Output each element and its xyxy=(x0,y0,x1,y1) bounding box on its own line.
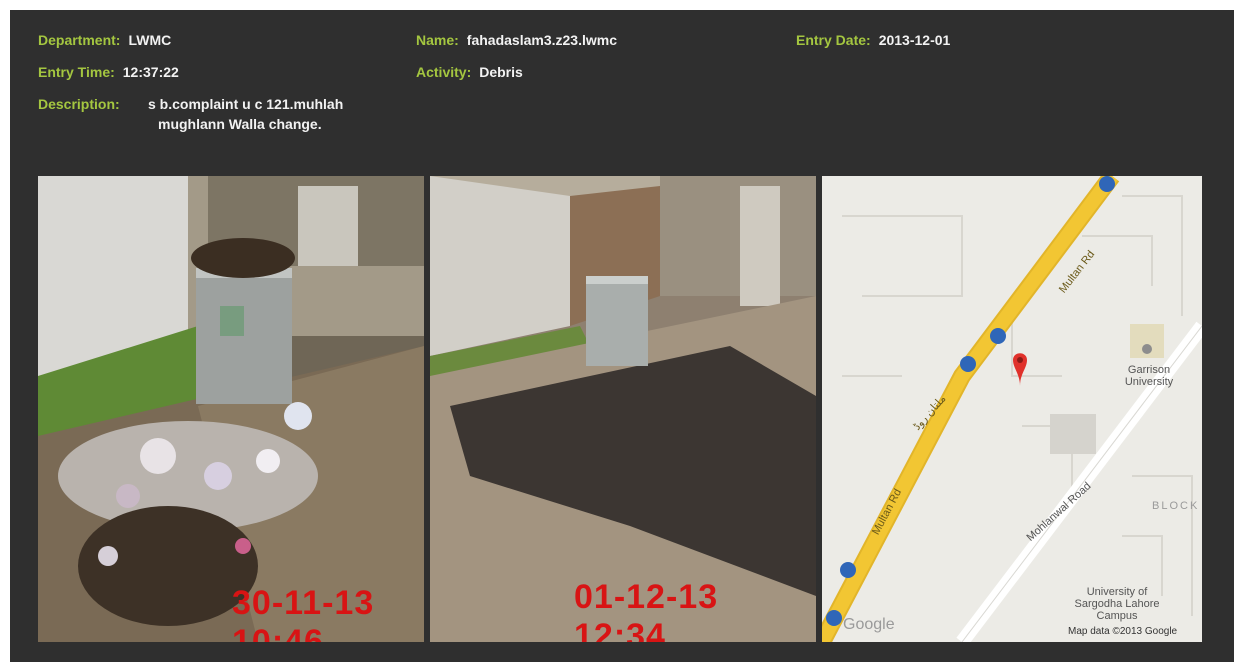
name-label: Name: xyxy=(416,32,459,48)
description-line-1: s b.complaint u c 121.muhlah xyxy=(148,96,344,112)
entry-date-field: Entry Date: 2013-12-01 xyxy=(796,32,950,48)
map-poi-sargodha: University of Sargodha Lahore Campus xyxy=(1074,586,1160,622)
department-value: LWMC xyxy=(128,32,172,48)
description-value: s b.complaint u c 121.muhlah mughlann Wa… xyxy=(148,94,343,134)
complaint-record-card: Department: LWMC Name: fahadaslam3.z23.lwm… xyxy=(10,10,1234,662)
description-field: Description: xyxy=(38,96,120,112)
entry-time-value: 12:37:22 xyxy=(122,64,179,80)
after-photo-image xyxy=(430,176,816,642)
activity-value: Debris xyxy=(479,64,523,80)
name-field: Name: fahadaslam3.z23.lwmc xyxy=(416,32,617,48)
entry-date-label: Entry Date: xyxy=(796,32,871,48)
department-label: Department: xyxy=(38,32,121,48)
after-photo[interactable]: 01-12-13 12:34 xyxy=(430,176,816,642)
entry-time-label: Entry Time: xyxy=(38,64,115,80)
map-poi-garrison: Garrison University xyxy=(1124,364,1174,388)
before-photo-image xyxy=(38,176,424,642)
description-label: Description: xyxy=(38,96,120,112)
before-photo-timestamp: 30-11-13 10:46 xyxy=(232,584,375,642)
after-photo-timestamp: 01-12-13 12:34 xyxy=(574,578,719,642)
entry-date-value: 2013-12-01 xyxy=(878,32,951,48)
map-canvas xyxy=(822,176,1202,642)
name-value: fahadaslam3.z23.lwmc xyxy=(466,32,617,48)
description-line-2: mughlann Walla change. xyxy=(158,116,322,132)
department-field: Department: LWMC xyxy=(38,32,171,48)
map-google-logo: Google xyxy=(843,616,895,633)
activity-field: Activity: Debris xyxy=(416,64,523,80)
before-photo[interactable]: 30-11-13 10:46 xyxy=(38,176,424,642)
location-map[interactable]: Multan Rd Multan Rd ملتان روڈ Mohlanwal … xyxy=(822,176,1202,642)
entry-time-field: Entry Time: 12:37:22 xyxy=(38,64,179,80)
map-attribution: Map data ©2013 Google xyxy=(1068,626,1178,637)
map-block-label: BLOCK xyxy=(1152,500,1200,512)
activity-label: Activity: xyxy=(416,64,472,80)
